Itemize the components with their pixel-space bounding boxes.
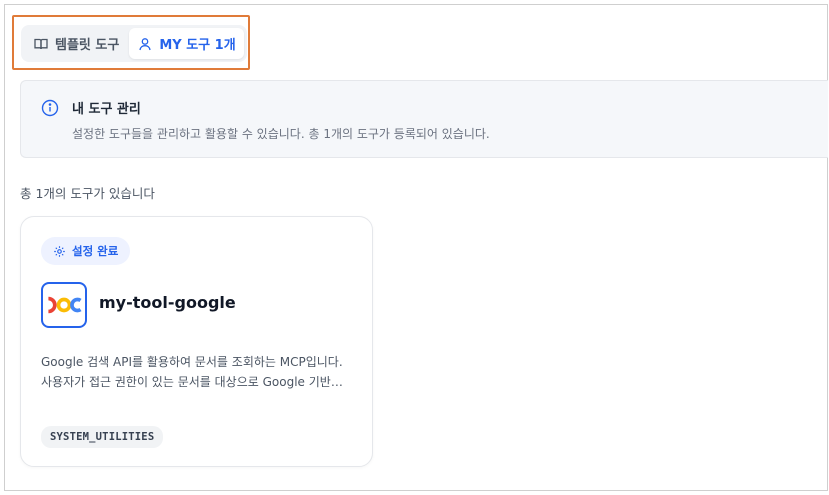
tool-description-line: Google 검색 API를 활용하여 문서를 조회하는 MCP입니다. bbox=[41, 355, 343, 369]
tab-templates[interactable]: 템플릿 도구 bbox=[25, 28, 127, 59]
status-badge-label: 설정 완료 bbox=[72, 244, 119, 258]
category-tag: SYSTEM_UTILITIES bbox=[41, 426, 164, 448]
tab-my-tools-label: MY 도구 1개 bbox=[159, 38, 236, 53]
tool-name: my-tool-google bbox=[99, 293, 236, 312]
info-notice: 내 도구 관리 설정한 도구들을 관리하고 활용할 수 있습니다. 총 1개의 … bbox=[20, 80, 828, 158]
google-docs-logo-icon bbox=[41, 282, 87, 328]
tool-description-line: 사용자가 접근 권한이 있는 문서를 대상으로 Google 기반… bbox=[41, 375, 343, 389]
tool-card[interactable]: 설정 완료 my-tool-google Google 검색 API를 활용하여… bbox=[20, 216, 373, 467]
tab-bar: 템플릿 도구 MY 도구 1개 bbox=[21, 25, 247, 62]
status-badge: 설정 완료 bbox=[41, 237, 131, 265]
tab-my-tools[interactable]: MY 도구 1개 bbox=[129, 28, 244, 59]
book-icon bbox=[34, 38, 48, 49]
tab-templates-label: 템플릿 도구 bbox=[55, 38, 120, 53]
info-icon bbox=[41, 99, 59, 117]
tool-logo-graphic bbox=[48, 296, 82, 314]
user-icon bbox=[139, 37, 151, 50]
tool-count-text: 총 1개의 도구가 있습니다 bbox=[20, 186, 155, 201]
info-title: 내 도구 관리 bbox=[72, 102, 141, 117]
gear-icon bbox=[54, 245, 65, 257]
info-description: 설정한 도구들을 관리하고 활용할 수 있습니다. 총 1개의 도구가 등록되어… bbox=[72, 127, 490, 141]
tool-description: Google 검색 API를 활용하여 문서를 조회하는 MCP입니다. 사용자… bbox=[41, 352, 356, 392]
